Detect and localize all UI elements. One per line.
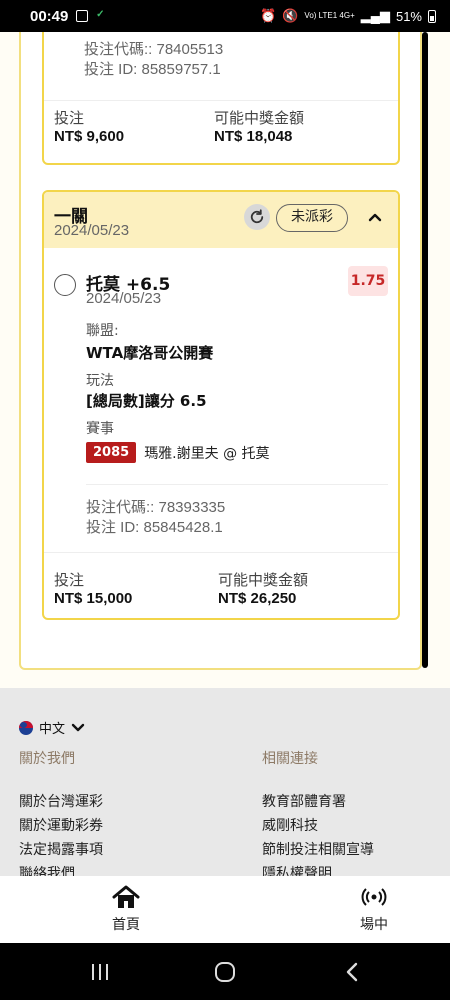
- app-notification-icon: ✓: [96, 9, 105, 20]
- language-label: 中文: [39, 722, 66, 737]
- bet-amounts: 投注 NT$ 9,600 可能中獎金額 NT$ 18,048: [44, 110, 398, 146]
- stake-value: NT$ 9,600: [54, 128, 125, 145]
- bottom-nav: 首頁 場中: [0, 876, 450, 943]
- footer-related-heading: 相關連接: [262, 751, 318, 767]
- event-name: 瑪雅.謝里夫 @ 托莫: [144, 445, 270, 462]
- bet-code: 投注代碼:: 78405513: [84, 41, 224, 58]
- payout-value: NT$ 26,250: [218, 590, 297, 607]
- footer-link[interactable]: 節制投注相關宣導: [262, 838, 442, 862]
- alarm-icon: ⏰: [260, 8, 277, 23]
- back-button[interactable]: [340, 960, 364, 984]
- status-badge: 未派彩: [276, 204, 348, 232]
- stake-value: NT$ 15,000: [54, 590, 133, 607]
- taiwan-flag-icon: [19, 720, 33, 735]
- stake-label: 投注: [54, 572, 85, 589]
- divider: [44, 552, 398, 553]
- nav-home[interactable]: 首頁: [86, 884, 166, 934]
- footer-link[interactable]: 法定揭露事項: [19, 838, 199, 862]
- android-nav-bar: [0, 943, 450, 1000]
- refresh-icon: [250, 209, 264, 224]
- chevron-up-icon: [368, 213, 382, 222]
- selection-radio[interactable]: [54, 274, 76, 296]
- status-bar: 00:49 ✓ ⏰ 🔇 Vo) LTE1 4G+ ▂▄▆ 51%: [0, 0, 450, 32]
- bet-history-content[interactable]: 投注代碼:: 78405513 投注 ID: 85859757.1 投注 NT$…: [0, 32, 450, 688]
- payout-label: 可能中獎金額: [218, 572, 309, 589]
- stake-label: 投注: [54, 110, 85, 127]
- language-selector[interactable]: 中文: [19, 718, 85, 737]
- event-row: 2085 瑪雅.謝里夫 @ 托莫: [86, 442, 270, 463]
- bet-card-header[interactable]: 一關 2024/05/23 未派彩: [44, 192, 398, 248]
- battery-icon: [428, 9, 436, 23]
- gallery-icon: [76, 10, 89, 22]
- selection-date: 2024/05/23: [86, 290, 162, 307]
- bet-codes: 投注代碼:: 78393335 投注 ID: 85845428.1: [86, 498, 225, 538]
- home-button[interactable]: [213, 960, 237, 984]
- bet-code: 投注代碼:: 78393335: [86, 499, 226, 516]
- footer-link[interactable]: 威剛科技: [262, 814, 442, 838]
- footer-link[interactable]: 隱私權聲明: [262, 862, 442, 876]
- footer-link[interactable]: 關於台灣運彩: [19, 790, 199, 814]
- back-icon: [346, 962, 358, 982]
- collapse-button[interactable]: [366, 208, 384, 226]
- battery-percent: 51%: [395, 8, 422, 24]
- mute-icon: 🔇: [282, 8, 299, 23]
- bet-codes: 投注代碼:: 78405513 投注 ID: 85859757.1: [84, 40, 223, 80]
- android-home-icon: [215, 962, 235, 982]
- nav-home-label: 首頁: [112, 917, 140, 933]
- payout-label: 可能中獎金額: [214, 110, 305, 127]
- bet-id: 投注 ID: 85859757.1: [84, 61, 221, 78]
- event-label: 賽事: [86, 421, 114, 437]
- odds-badge: 1.75: [348, 266, 388, 296]
- recent-apps-button[interactable]: [88, 960, 112, 984]
- signal-icon: ▂▄▆: [360, 8, 390, 23]
- network-type: Vo) LTE1 4G+: [304, 11, 355, 20]
- divider: [44, 100, 398, 101]
- footer-related-column: 相關連接 教育部體育署 威剛科技 節制投注相關宣導 隱私權聲明: [262, 750, 442, 876]
- footer-about-heading: 關於我們: [19, 751, 75, 767]
- chevron-down-icon: [71, 723, 85, 731]
- league-label: 聯盟:: [86, 323, 119, 339]
- event-number-badge: 2085: [86, 442, 137, 463]
- footer-about-column: 關於我們 關於台灣運彩 關於運動彩券 法定揭露事項 聯絡我們: [19, 750, 199, 876]
- payout-value: NT$ 18,048: [214, 128, 293, 145]
- divider: [86, 484, 388, 485]
- play-label: 玩法: [86, 373, 114, 389]
- home-icon: [112, 885, 140, 908]
- recent-apps-icon: [92, 964, 108, 980]
- bet-date: 2024/05/23: [54, 222, 130, 239]
- bet-amounts: 投注 NT$ 15,000 可能中獎金額 NT$ 26,250: [44, 572, 398, 608]
- bet-id: 投注 ID: 85845428.1: [86, 519, 223, 536]
- status-time: 00:49: [30, 7, 69, 25]
- footer-link[interactable]: 聯絡我們: [19, 862, 199, 876]
- refresh-button[interactable]: [244, 204, 270, 230]
- play-value: [總局數]讓分 6.5: [86, 392, 207, 410]
- footer-link[interactable]: 關於運動彩券: [19, 814, 199, 838]
- footer-link[interactable]: 教育部體育署: [262, 790, 442, 814]
- site-footer: 中文 關於我們 關於台灣運彩 關於運動彩券 法定揭露事項 聯絡我們 相關連接 教…: [0, 688, 450, 876]
- live-broadcast-icon: [361, 888, 387, 906]
- nav-live[interactable]: 場中: [334, 884, 414, 934]
- scrollbar[interactable]: [422, 32, 428, 668]
- league-value: WTA摩洛哥公開賽: [86, 344, 214, 362]
- nav-live-label: 場中: [360, 917, 388, 933]
- bet-card: 投注代碼:: 78405513 投注 ID: 85859757.1 投注 NT$…: [42, 32, 400, 165]
- bet-card: 一關 2024/05/23 未派彩 托莫 +6.5 2024/05/23 1.7…: [42, 190, 400, 620]
